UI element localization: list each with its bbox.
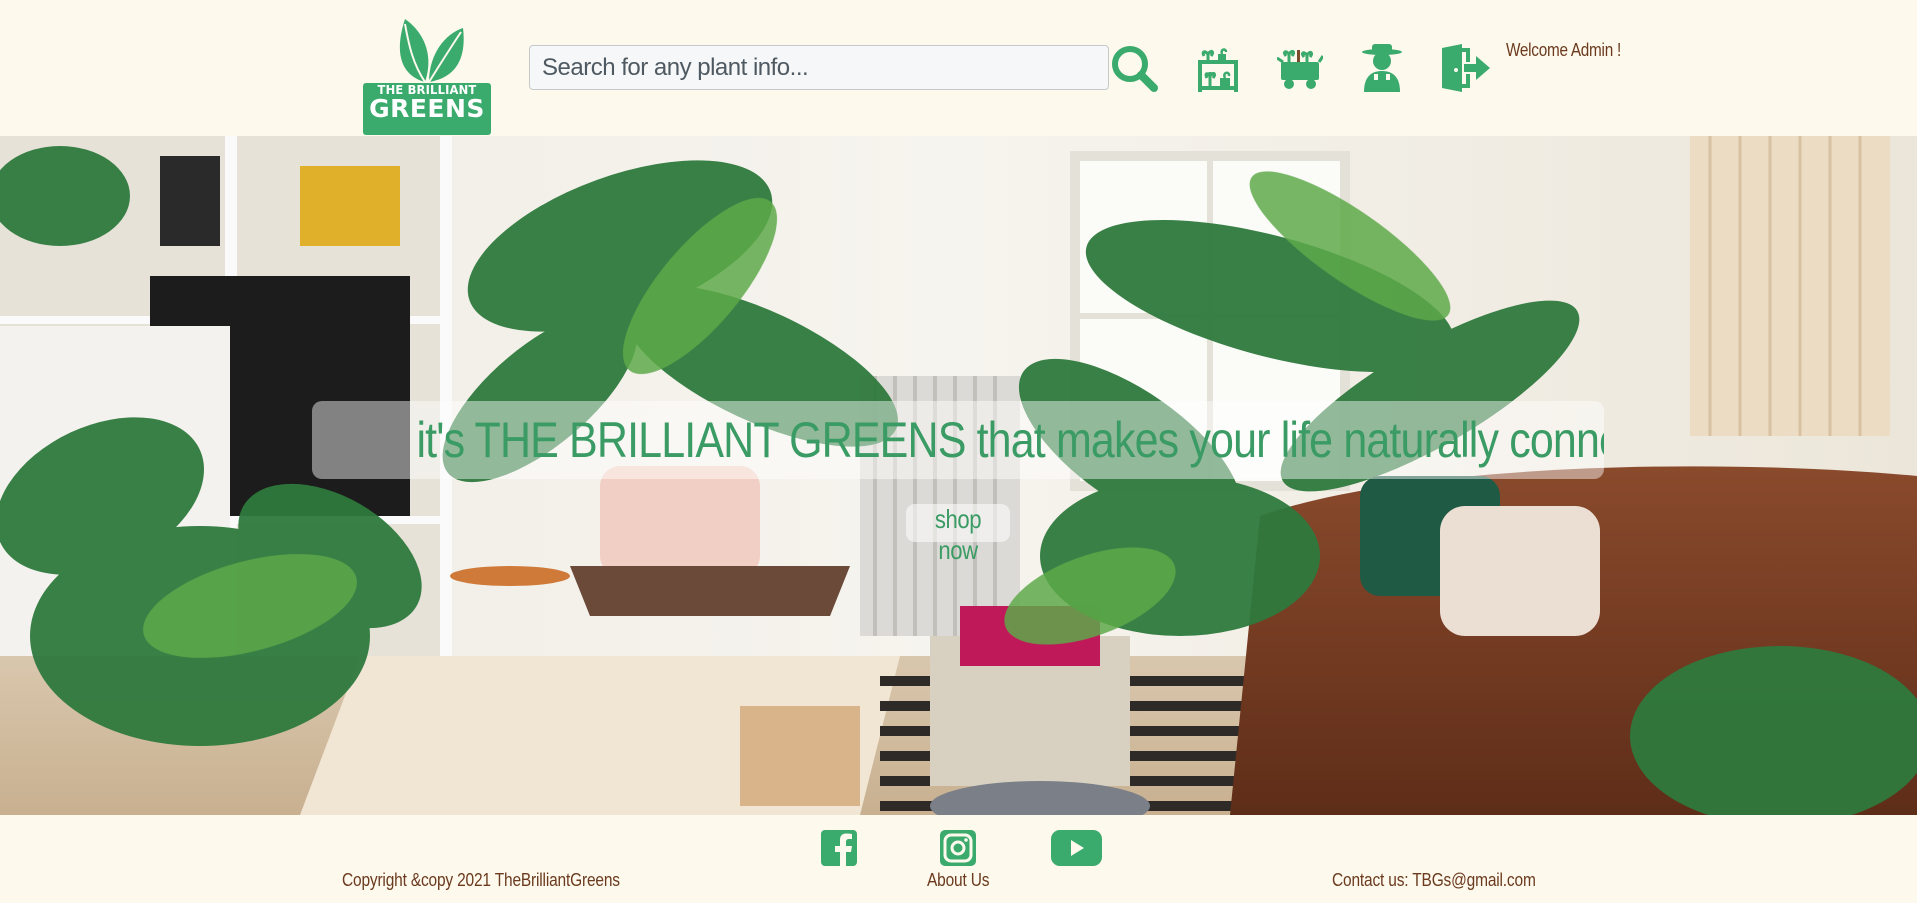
shop-now-label: shop now — [934, 504, 982, 565]
instagram-link[interactable] — [940, 830, 976, 866]
search-button[interactable] — [1110, 44, 1158, 92]
contact-text: Contact us: TBGs@gmail.com — [1332, 870, 1536, 890]
logout-button[interactable] — [1440, 44, 1490, 92]
account-nav-button[interactable] — [1362, 44, 1402, 92]
plant-shelf-icon — [1198, 48, 1238, 92]
search-input[interactable] — [529, 45, 1109, 90]
shop-nav-button[interactable] — [1196, 46, 1240, 92]
youtube-icon — [1051, 830, 1102, 866]
hero-tagline: it's THE BRILLIANT GREENS that makes you… — [312, 401, 1604, 479]
logo-text-line2: GREENS — [369, 94, 485, 123]
search-icon — [1112, 46, 1158, 92]
welcome-message: Welcome Admin ! — [1506, 40, 1621, 60]
instagram-icon — [940, 830, 976, 866]
youtube-link[interactable] — [1051, 830, 1102, 866]
facebook-icon — [821, 830, 857, 866]
shop-now-button[interactable]: shop now — [906, 504, 1010, 565]
hero-tagline-text: it's THE BRILLIANT GREENS that makes you… — [416, 412, 1604, 468]
cart-nav-button[interactable] — [1276, 48, 1325, 90]
brand-logo[interactable]: THE BRILLIANT GREENS — [363, 16, 491, 135]
garden-cart-icon — [1276, 49, 1325, 89]
about-us-link[interactable]: About Us — [927, 870, 989, 891]
copyright-text: Copyright &copy 2021 TheBrilliantGreens — [342, 870, 620, 890]
logout-icon — [1442, 44, 1490, 92]
gardener-icon — [1362, 44, 1402, 92]
hero-banner: it's THE BRILLIANT GREENS that makes you… — [0, 136, 1917, 815]
facebook-link[interactable] — [821, 830, 857, 866]
site-header: THE BRILLIANT GREENS Search for any plan… — [0, 0, 1917, 136]
site-footer: Copyright &copy 2021 TheBrilliantGreens … — [0, 815, 1917, 903]
